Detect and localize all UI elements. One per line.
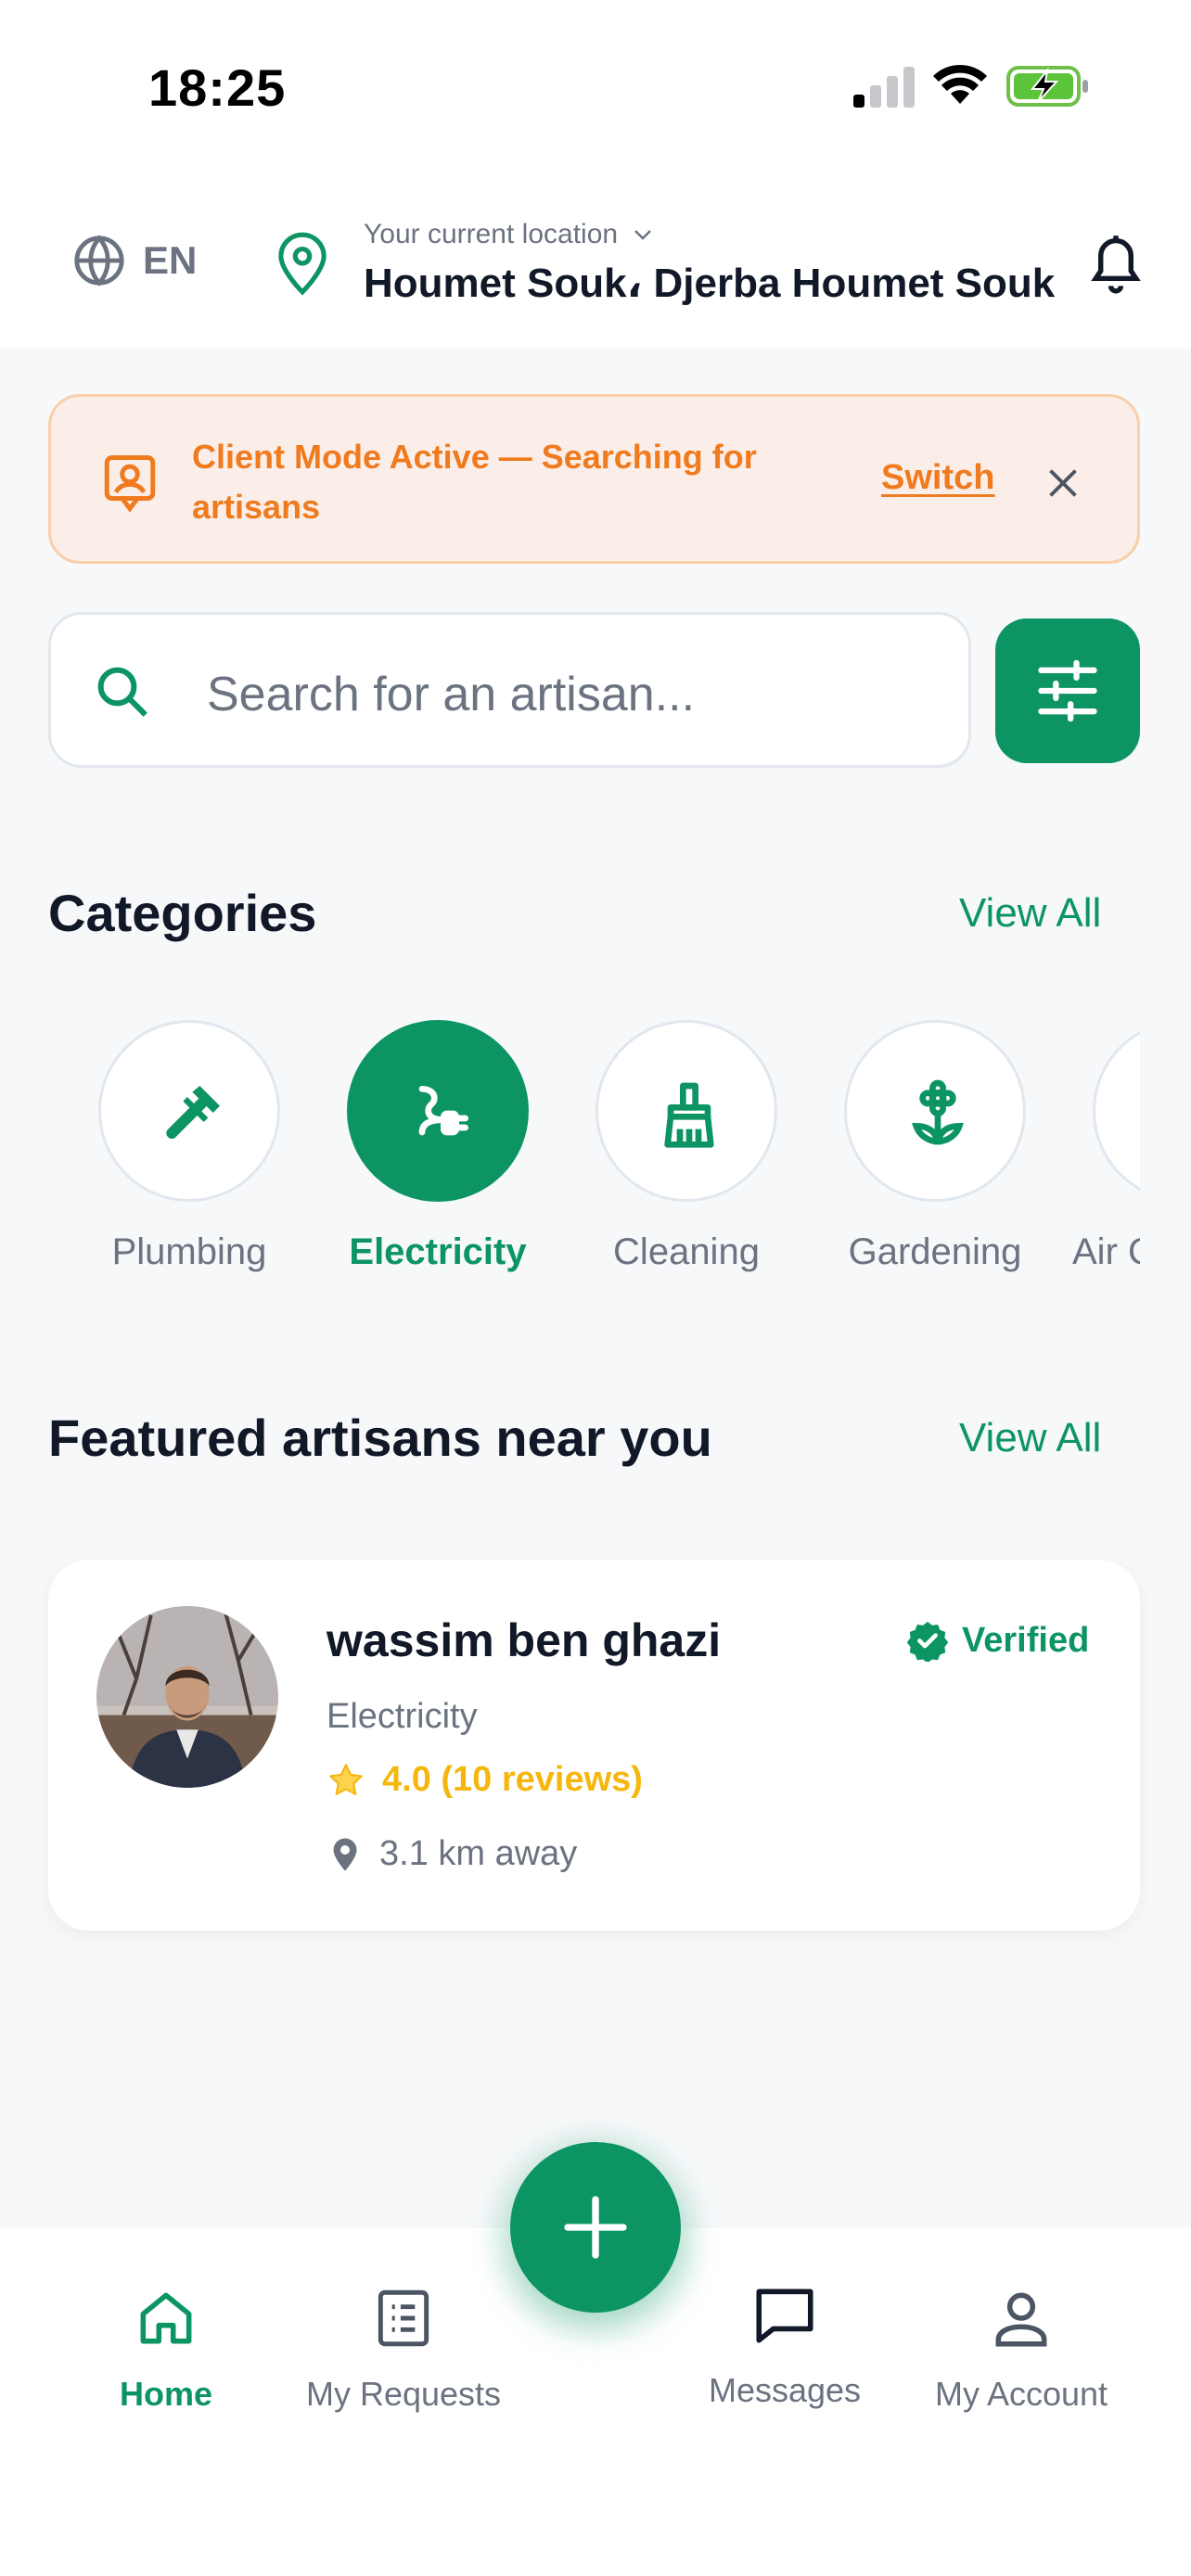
plug-icon bbox=[418, 1086, 468, 1136]
list-icon bbox=[378, 2289, 429, 2347]
search-icon bbox=[97, 667, 147, 717]
categories-title: Categories bbox=[48, 884, 317, 942]
wrench-icon bbox=[166, 1086, 220, 1140]
filter-button[interactable] bbox=[995, 618, 1140, 763]
cellular-signal-icon bbox=[853, 67, 915, 108]
verified-label: Verified bbox=[962, 1620, 1090, 1660]
nav-label: My Account bbox=[934, 2375, 1108, 2413]
user-badge-icon bbox=[104, 455, 156, 513]
user-icon bbox=[995, 2292, 1047, 2347]
category-air-conditioning-circle bbox=[1093, 1020, 1140, 1202]
category-gardening-circle bbox=[844, 1020, 1026, 1202]
nav-my-requests[interactable]: My Requests bbox=[288, 2284, 519, 2414]
client-mode-banner: Client Mode Active — Searching for artis… bbox=[48, 394, 1140, 564]
flower-icon bbox=[912, 1079, 964, 1145]
nav-label: My Requests bbox=[305, 2375, 502, 2413]
artisan-card[interactable]: wassim ben ghazi Verified Electricity 4.… bbox=[48, 1560, 1140, 1931]
wifi-icon bbox=[933, 64, 987, 104]
chevron-down-icon bbox=[634, 230, 651, 240]
nav-home[interactable]: Home bbox=[50, 2284, 282, 2414]
location-pin-icon bbox=[278, 232, 327, 296]
category-electricity-circle bbox=[347, 1020, 529, 1202]
add-request-button[interactable] bbox=[510, 2142, 681, 2313]
featured-view-all-link[interactable]: View All bbox=[959, 1415, 1101, 1461]
nav-label: Messages bbox=[708, 2371, 862, 2409]
category-plumbing-circle bbox=[98, 1020, 280, 1202]
location-selector[interactable]: Your current location bbox=[364, 219, 653, 250]
artisan-category: Electricity bbox=[327, 1697, 478, 1736]
location-pin-icon bbox=[333, 1838, 357, 1870]
sliders-icon bbox=[1038, 659, 1097, 722]
star-icon bbox=[329, 1763, 363, 1795]
globe-icon bbox=[74, 235, 124, 287]
search-placeholder: Search for an artisan... bbox=[207, 668, 696, 721]
category-label: Gardening bbox=[848, 1231, 1022, 1272]
plus-icon bbox=[564, 2196, 627, 2259]
category-cleaning-circle bbox=[596, 1020, 777, 1202]
home-icon bbox=[140, 2292, 192, 2344]
artisan-name: wassim ben ghazi bbox=[327, 1614, 722, 1666]
verified-check-icon bbox=[906, 1621, 949, 1662]
battery-charging-icon bbox=[1006, 66, 1088, 107]
distance-text: 3.1 km away bbox=[379, 1834, 578, 1873]
category-label: Air Conditioning bbox=[1072, 1231, 1140, 1272]
banner-message: Client Mode Active — Searching for artis… bbox=[192, 438, 757, 526]
chat-icon bbox=[756, 2289, 813, 2343]
nav-messages[interactable]: Messages bbox=[669, 2280, 901, 2410]
app-header: EN Your current location Houmet Souk، Dj… bbox=[0, 176, 1191, 348]
switch-mode-link[interactable]: Switch bbox=[881, 458, 994, 498]
rating-text: 4.0 (10 reviews) bbox=[382, 1760, 643, 1799]
language-switcher[interactable]: EN bbox=[72, 234, 197, 287]
search-input[interactable]: Search for an artisan... bbox=[48, 612, 971, 768]
featured-title: Featured artisans near you bbox=[48, 1409, 712, 1467]
close-icon[interactable] bbox=[1042, 462, 1084, 504]
location-caption: Your current location bbox=[364, 219, 619, 249]
verified-badge: Verified bbox=[906, 1619, 1089, 1662]
broom-icon bbox=[664, 1082, 714, 1148]
nav-my-account[interactable]: My Account bbox=[905, 2284, 1137, 2414]
artisan-distance: 3.1 km away bbox=[331, 1834, 577, 1874]
category-label: Electricity bbox=[349, 1231, 527, 1272]
category-carousel[interactable]: Plumbing Electricity Cleaning Gardening bbox=[48, 1020, 1140, 1298]
status-bar: 18:25 bbox=[0, 0, 1191, 176]
location-name[interactable]: Houmet Souk، Djerba Houmet Souk bbox=[364, 260, 1055, 307]
artisan-rating: 4.0 (10 reviews) bbox=[327, 1760, 643, 1800]
notification-bell-icon[interactable] bbox=[1085, 228, 1146, 299]
category-label: Cleaning bbox=[613, 1231, 760, 1272]
categories-view-all-link[interactable]: View All bbox=[959, 890, 1101, 937]
status-time: 18:25 bbox=[148, 58, 287, 117]
avatar bbox=[96, 1606, 278, 1788]
nav-label: Home bbox=[119, 2375, 213, 2413]
category-label: Plumbing bbox=[111, 1231, 267, 1272]
language-label: EN bbox=[143, 238, 198, 282]
